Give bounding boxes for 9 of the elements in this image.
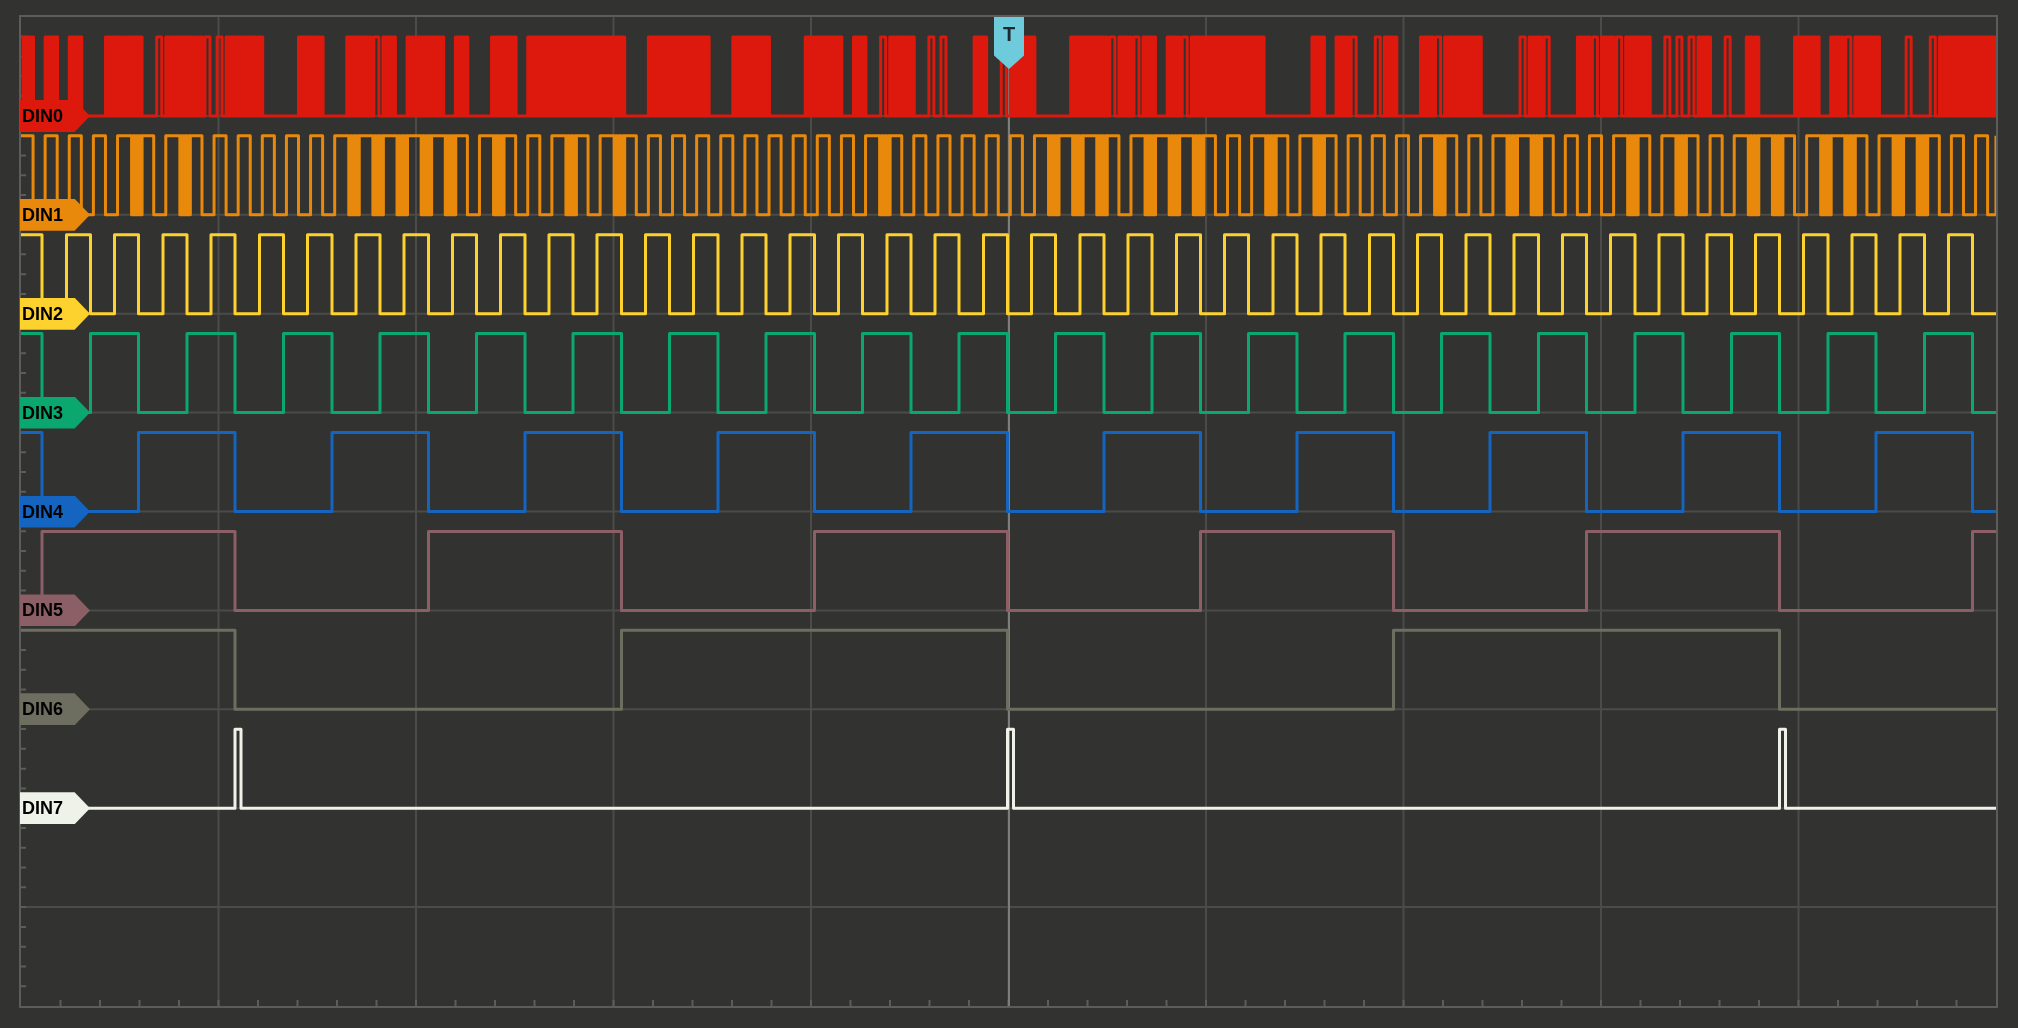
channel-label[interactable]: DIN0 [20, 99, 90, 132]
channel-label[interactable]: DIN2 [20, 297, 90, 330]
channel-label[interactable]: DIN5 [20, 594, 90, 627]
channel-label[interactable]: DIN6 [20, 693, 90, 726]
channel-label[interactable]: DIN7 [20, 792, 90, 825]
channel-label[interactable]: DIN3 [20, 396, 90, 429]
trigger-marker[interactable]: T [994, 17, 1024, 69]
channel-label[interactable]: DIN1 [20, 198, 90, 231]
channel-label[interactable]: DIN4 [20, 495, 90, 528]
